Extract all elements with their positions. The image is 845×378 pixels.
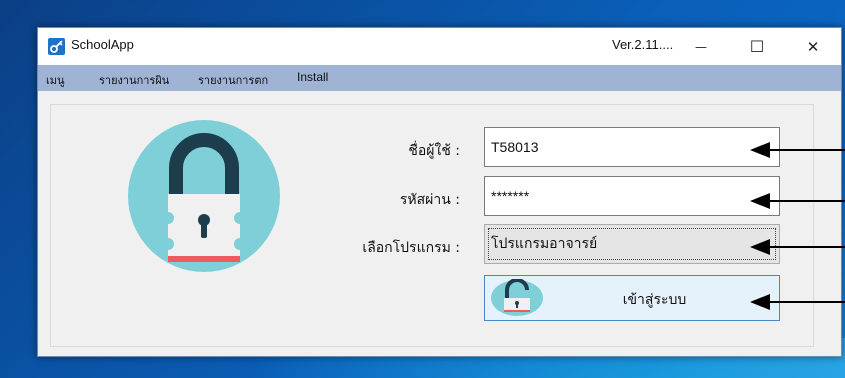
key-icon — [48, 38, 65, 55]
minimize-icon: — — [695, 39, 707, 54]
menu-item-install[interactable]: Install — [297, 70, 328, 84]
version-label: Ver.2.11.... — [612, 37, 674, 52]
arrow-left-icon — [750, 142, 845, 158]
menu-item-menu[interactable]: เมนู — [46, 71, 65, 89]
title-bar[interactable]: SchoolApp Ver.2.11.... — ☐ ✕ — [38, 28, 841, 65]
padlock-icon — [128, 120, 280, 272]
arrow-left-icon — [750, 193, 845, 209]
menu-item-report-pass[interactable]: รายงานการผิน — [99, 71, 169, 89]
program-label: เลือกโปรแกรม : — [362, 240, 460, 256]
window-title: SchoolApp — [71, 37, 134, 52]
menu-bar: เมนู รายงานการผิน รายงานการตก Install — [38, 65, 841, 91]
username-input[interactable] — [484, 127, 780, 167]
app-window: SchoolApp Ver.2.11.... — ☐ ✕ เมนู รายงาน… — [37, 27, 842, 357]
password-input[interactable] — [484, 176, 780, 216]
username-label: ชื่อผู้ใช้ : — [408, 143, 460, 159]
password-label: รหัสผ่าน : — [399, 192, 460, 208]
program-select-value: โปรแกรมอาจารย์ — [488, 228, 776, 260]
close-button[interactable]: ✕ — [790, 28, 836, 65]
close-icon: ✕ — [806, 37, 820, 56]
arrow-left-icon — [750, 239, 845, 255]
login-button-label: เข้าสู่ระบบ — [622, 292, 687, 308]
program-select[interactable]: โปรแกรมอาจารย์ — [484, 224, 780, 264]
menu-item-report-fail[interactable]: รายงานการตก — [198, 71, 268, 89]
arrow-left-icon — [750, 294, 845, 310]
login-button[interactable]: เข้าสู่ระบบ — [484, 275, 780, 321]
maximize-button[interactable]: ☐ — [734, 28, 780, 65]
minimize-button[interactable]: — — [678, 28, 724, 65]
maximize-icon: ☐ — [749, 37, 765, 56]
